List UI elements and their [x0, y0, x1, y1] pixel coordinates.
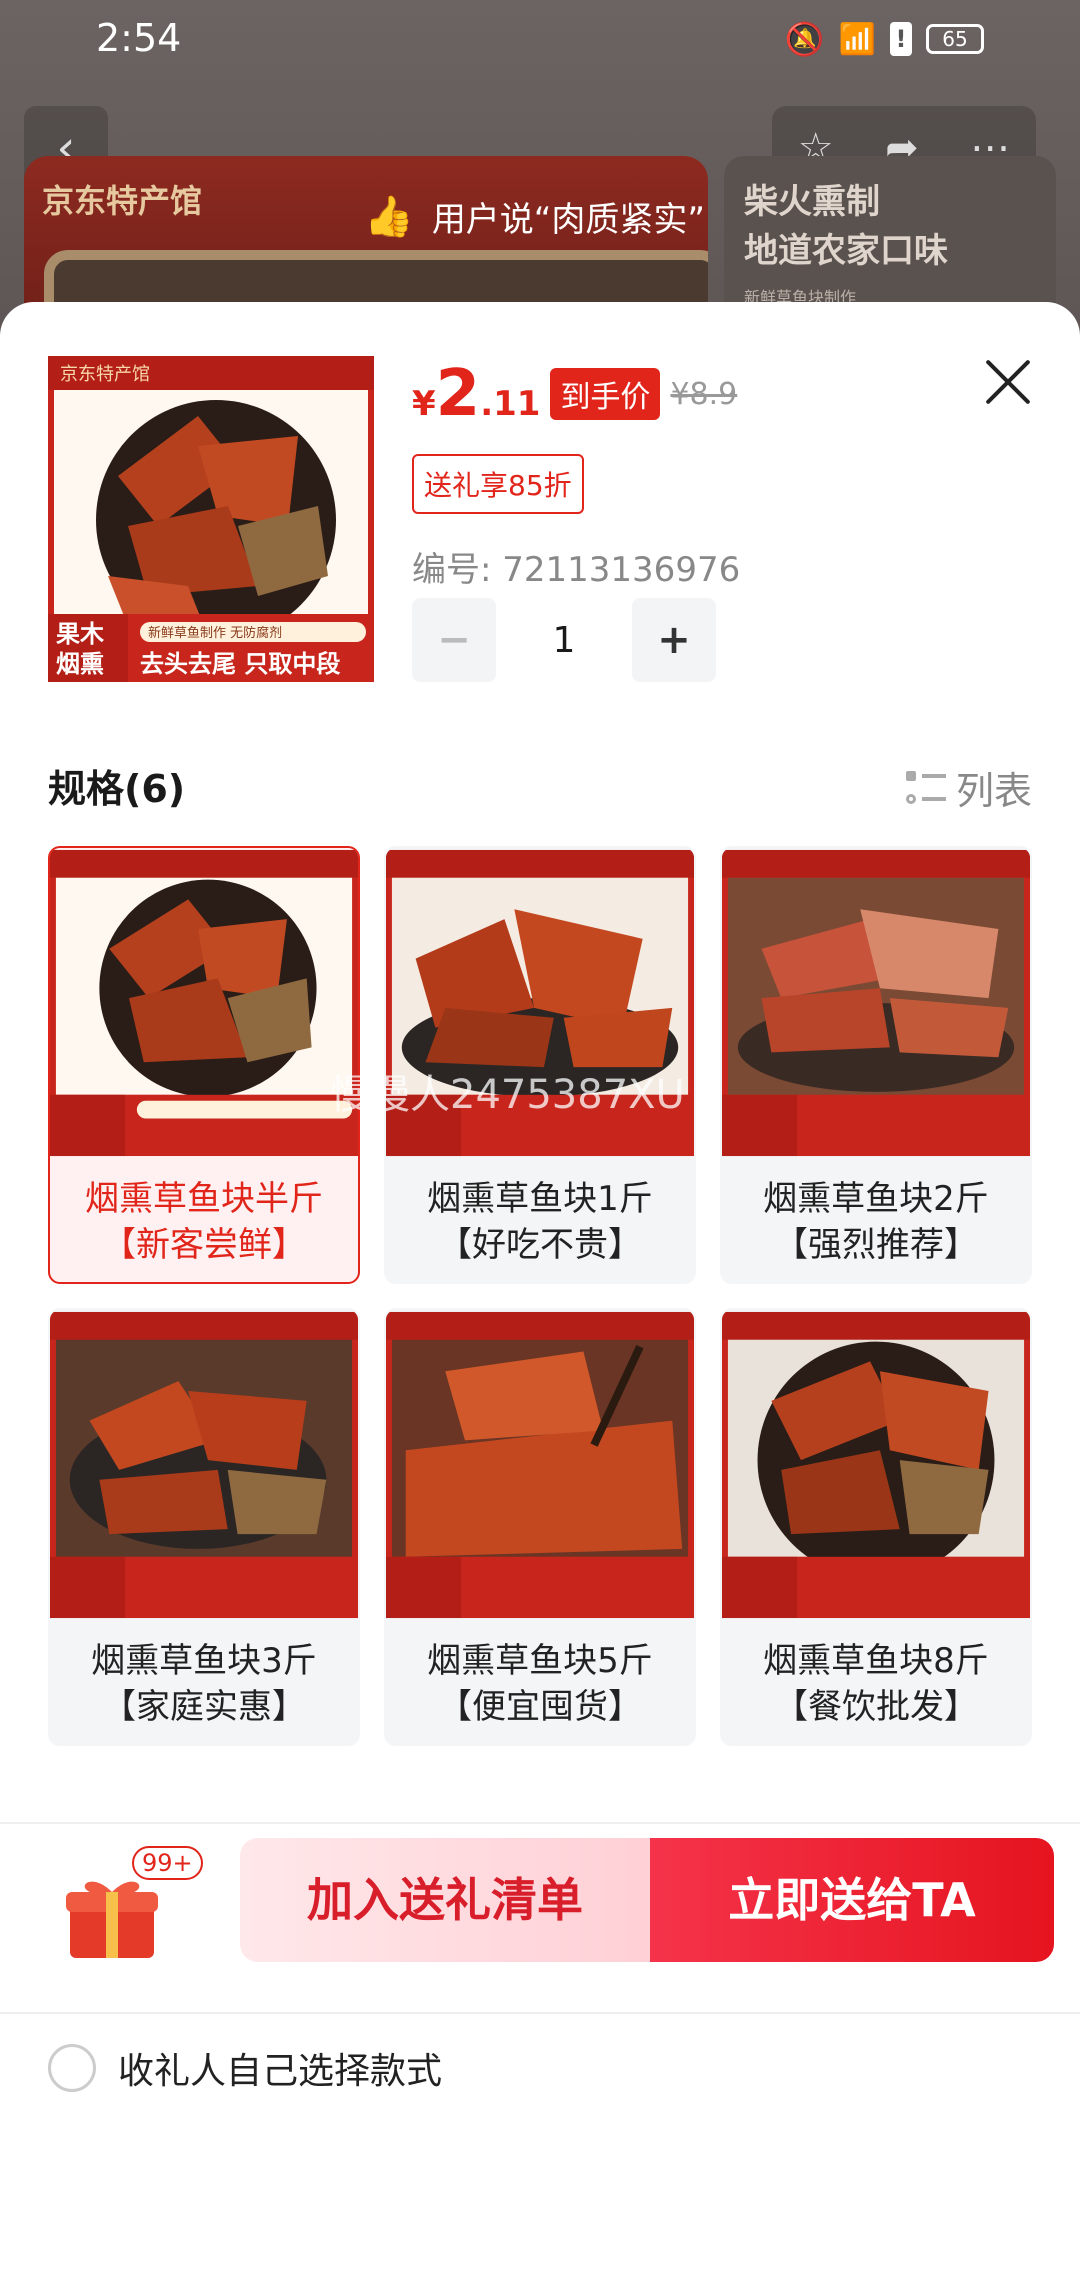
spec-title: 规格(6)	[48, 767, 186, 811]
spec-option[interactable]: 烟熏草鱼块8斤 【餐饮批发】	[720, 1308, 1032, 1746]
spec-sub: 【便宜囤货】	[438, 1687, 642, 1727]
spec-name: 烟熏草鱼块2斤	[763, 1179, 989, 1219]
receiver-choice-option[interactable]: 收礼人自己选择款式	[48, 2042, 442, 2094]
shop-logo: 京东特产馆	[42, 182, 203, 220]
thumb-logo: 京东特产馆	[60, 364, 150, 385]
spec-sub: 【好吃不贵】	[438, 1225, 642, 1265]
thumb-cut: 去头去尾 只取中段	[140, 650, 340, 678]
quantity-value[interactable]: 1	[496, 620, 632, 661]
send-now-button[interactable]: 立即送给TA	[650, 1838, 1054, 1962]
spec-grid: 烟熏草鱼块半斤 【新客尝鲜】 烟熏草鱼块1斤 【好吃不贵】 烟熏草鱼块2斤 【强…	[48, 846, 1032, 1746]
increase-button[interactable]: +	[632, 598, 716, 682]
spec-image	[386, 1311, 694, 1619]
side-line2: 地道农家口味	[744, 231, 948, 271]
spec-sub: 【家庭实惠】	[102, 1687, 306, 1727]
spec-image	[50, 849, 358, 1157]
praise-text: 用户说“肉质紧实”	[431, 200, 706, 240]
sku-number: 编号: 72113136976	[412, 550, 741, 590]
spec-option[interactable]: 烟熏草鱼块2斤 【强烈推荐】	[720, 846, 1032, 1284]
status-icons: 🔕 📶 ! 65	[785, 20, 984, 58]
list-view-toggle[interactable]: 列表	[905, 760, 1032, 815]
side-line1: 柴火熏制	[744, 182, 880, 222]
spec-name: 烟熏草鱼块3斤	[91, 1641, 317, 1681]
gift-discount-tag: 送礼享85折	[412, 454, 584, 514]
praise-tip: 👍 用户说“肉质紧实”	[364, 192, 705, 241]
status-time: 2:54	[96, 16, 182, 60]
decrease-button[interactable]: −	[412, 598, 496, 682]
spec-sub: 【新客尝鲜】	[102, 1225, 306, 1265]
background-page: 2:54 🔕 📶 ! 65 ‹ ☆ ➦ ⋯ 京东特产馆 👍 用户说“肉质紧实” …	[0, 0, 1080, 356]
status-bar: 2:54 🔕 📶 ! 65	[0, 0, 1080, 80]
spec-option[interactable]: 烟熏草鱼块5斤 【便宜囤货】	[384, 1308, 696, 1746]
sku-selector-sheet: 京东特产馆 果木 烟熏 新鲜草鱼制作 无防腐剂 去头去尾 只取中段 ¥ 2 .1…	[0, 302, 1080, 2280]
divider	[0, 2012, 1080, 2014]
thumb-wood-top: 果木	[56, 620, 105, 648]
bottom-action-bar: 99+ 加入送礼清单 立即送给TA	[0, 1822, 1080, 1978]
spec-name: 烟熏草鱼块8斤	[763, 1641, 989, 1681]
spec-name: 烟熏草鱼块半斤	[85, 1179, 323, 1219]
spec-name: 烟熏草鱼块5斤	[427, 1641, 653, 1681]
final-price-tag: 到手价	[550, 368, 661, 420]
original-price: ¥8.9	[670, 376, 738, 412]
list-label: 列表	[955, 769, 1032, 813]
wifi-icon: 📶	[838, 21, 876, 57]
thumb-fresh: 新鲜草鱼制作 无防腐剂	[148, 625, 282, 641]
alert-icon: !	[890, 22, 912, 56]
spec-sub: 【餐饮批发】	[774, 1687, 978, 1727]
thumb-wood-bottom: 烟熏	[56, 650, 104, 678]
close-button[interactable]	[978, 352, 1038, 412]
price-currency: ¥	[412, 384, 436, 424]
battery-icon: 65	[926, 24, 984, 54]
spec-sub: 【强烈推荐】	[774, 1225, 978, 1265]
price-integer: 2	[435, 357, 481, 431]
spec-image	[722, 1311, 1030, 1619]
spec-name: 烟熏草鱼块1斤	[427, 1179, 653, 1219]
spec-option[interactable]: 烟熏草鱼块半斤 【新客尝鲜】	[48, 846, 360, 1284]
spec-image	[50, 1311, 358, 1619]
add-to-gift-list-button[interactable]: 加入送礼清单	[240, 1838, 650, 1962]
quantity-stepper: − 1 +	[412, 598, 716, 682]
gift-count-badge: 99+	[132, 1846, 203, 1880]
mute-bell-icon: 🔕	[784, 20, 825, 58]
spec-image	[722, 849, 1030, 1157]
spec-option[interactable]: 烟熏草鱼块3斤 【家庭实惠】	[48, 1308, 360, 1746]
price-decimal: .11	[480, 384, 541, 424]
watermark: 慢慢人2475387XU	[330, 1072, 685, 1118]
thumbs-up-icon: 👍	[364, 194, 414, 240]
radio-button[interactable]	[48, 2044, 96, 2092]
receiver-choice-label: 收礼人自己选择款式	[118, 2051, 443, 2092]
price-row: ¥ 2 .11 到手价 ¥8.9	[412, 362, 737, 426]
product-thumbnail[interactable]: 京东特产馆 果木 烟熏 新鲜草鱼制作 无防腐剂 去头去尾 只取中段	[48, 356, 374, 682]
list-icon	[905, 769, 946, 807]
